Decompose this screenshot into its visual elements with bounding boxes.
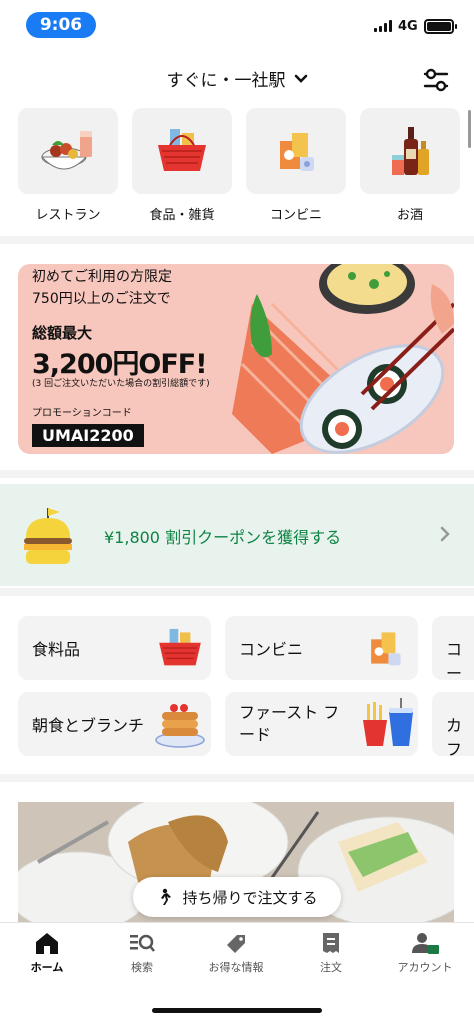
section-divider (0, 236, 474, 244)
tab-label: 注文 (320, 961, 342, 974)
promo-code-label: プロモーションコード (32, 408, 132, 419)
shortcut-label: 食料品 (32, 640, 81, 659)
shortcut-label: ファースト フ ード (239, 702, 339, 746)
tab-home[interactable]: ホーム (2, 931, 92, 975)
shortcut-label: 朝食とブランチ (32, 716, 145, 735)
promo-code: UMAI2200 (32, 424, 144, 447)
promo-note: (3 回ご注文いただいた場合の割引総額です) (32, 379, 210, 389)
shortcut-label-line2: ード (239, 725, 272, 744)
category-label: レストラン (35, 208, 101, 223)
shortcut-fast-food[interactable]: ファースト フ ード (225, 692, 418, 756)
convenience-store-icon (371, 632, 401, 666)
convenience-store-icon (280, 133, 314, 171)
takeout-order-button[interactable]: 持ち帰りで注文する (133, 877, 341, 917)
pancake-icon (155, 704, 205, 748)
category-liquor[interactable]: お酒 (360, 108, 460, 223)
search-icon (130, 934, 155, 952)
takeout-label: 持ち帰りで注文する (182, 888, 318, 907)
section-divider (0, 470, 474, 478)
filter-icon[interactable] (422, 66, 450, 94)
shortcut-convenience[interactable]: コンビニ (225, 616, 418, 680)
coupon-row[interactable]: ¥1,800 割引クーポンを獲得する (0, 484, 474, 586)
shortcut-grocery[interactable]: 食料品 (18, 616, 211, 680)
tab-label: 検索 (131, 961, 153, 974)
tab-label: アカウント (397, 961, 453, 974)
tab-account[interactable]: アカウント (380, 931, 470, 975)
category-label: コンビニ (269, 208, 322, 223)
tab-deals[interactable]: お得な情報 (191, 931, 281, 975)
receipt-icon (323, 933, 339, 953)
section-divider (0, 588, 474, 596)
home-icon (36, 933, 58, 954)
category-row: レストラン 食品・雑貨 コンビニ お酒 (18, 108, 460, 223)
grocery-basket-icon (158, 129, 206, 171)
tab-orders[interactable]: 注文 (286, 931, 376, 975)
network-type: 4G (398, 19, 418, 34)
shortcut-label: コンビニ (239, 640, 304, 659)
status-bar: 9:06 4G (0, 0, 474, 48)
shortcut-label: カフ (446, 716, 463, 756)
shortcut-label: コー (446, 640, 463, 680)
location-label: すぐに・一社駅 (166, 71, 286, 91)
category-grocery[interactable]: 食品・雑貨 (132, 108, 232, 223)
tab-label: ホーム (30, 961, 64, 974)
promo-banner[interactable]: 初めてご利用の方限定 750円以上のご注文で 総額最大 3,200円OFF! (… (18, 264, 454, 454)
promo-line3: 総額最大 (32, 324, 93, 342)
section-divider (0, 774, 474, 782)
status-time: 9:06 (26, 12, 96, 38)
scrollbar[interactable] (468, 110, 471, 148)
sushi-illustration (232, 264, 454, 454)
shortcut-cafe[interactable]: カフ (432, 692, 474, 756)
category-label: お酒 (396, 208, 423, 223)
category-label: 食品・雑貨 (149, 208, 215, 223)
burger-icon (24, 508, 72, 564)
chevron-down-icon (294, 74, 307, 83)
location-selector[interactable]: すぐに・一社駅 (0, 66, 474, 91)
tag-icon (227, 935, 245, 953)
promo-line1: 初めてご利用の方限定 (32, 269, 172, 285)
liquor-bottles-icon (392, 127, 429, 175)
tab-search[interactable]: 検索 (97, 931, 187, 975)
shortcut-label-line1: ファースト フ (239, 703, 340, 722)
walking-person-icon (161, 888, 172, 905)
restaurant-bowl-icon (40, 131, 92, 170)
category-convenience[interactable]: コンビニ (246, 108, 346, 223)
fast-food-icon (363, 698, 413, 746)
account-icon (412, 933, 439, 954)
home-indicator[interactable] (152, 1008, 322, 1013)
signal-icon (374, 20, 392, 32)
shortcut-coffee[interactable]: コー (432, 616, 474, 680)
promo-line2: 750円以上のご注文で (32, 291, 171, 307)
coupon-text: ¥1,800 割引クーポンを獲得する (104, 528, 342, 547)
grocery-basket-icon (159, 628, 201, 666)
category-restaurant[interactable]: レストラン (18, 108, 118, 223)
battery-icon (424, 19, 457, 34)
chevron-right-icon (440, 526, 450, 542)
shortcut-breakfast[interactable]: 朝食とブランチ (18, 692, 211, 756)
tab-label: お得な情報 (208, 961, 264, 974)
